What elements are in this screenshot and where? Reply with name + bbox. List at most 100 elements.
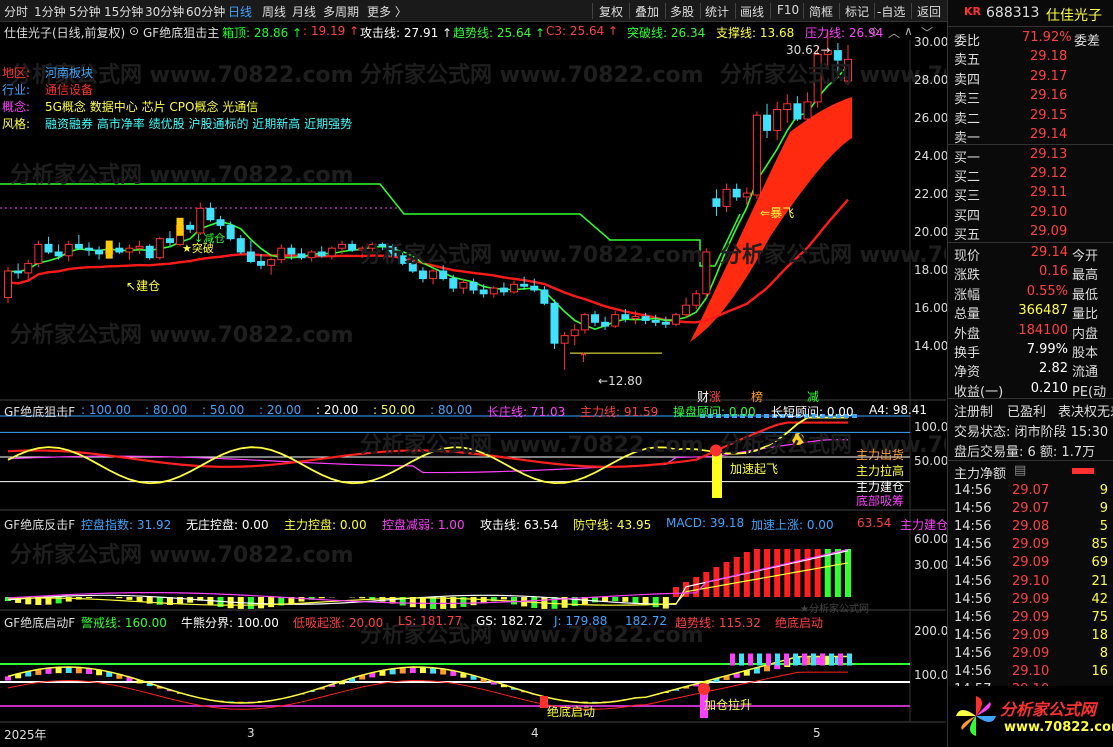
sub2-bar (622, 597, 629, 602)
candle-body (682, 304, 691, 316)
candle-body (651, 319, 660, 323)
tick-price: 29.09 (1012, 609, 1050, 625)
tab-15min[interactable]: 15分钟 (104, 3, 143, 20)
tab-weekly[interactable]: 周线 (262, 3, 286, 20)
diamond-icon[interactable]: ◇ (870, 24, 879, 38)
sub2-bar (602, 597, 609, 602)
net-flow-bar (1072, 468, 1094, 474)
net-flow-icon[interactable]: ▤ (1014, 463, 1026, 478)
candle-body (601, 321, 610, 327)
simple-frame-button[interactable]: 简框 (809, 3, 833, 20)
draw-line-button[interactable]: 画线 (740, 3, 764, 20)
ask-row[interactable]: 卖五 29.18 (950, 48, 1112, 68)
tab-30min[interactable]: 30分钟 (145, 3, 184, 20)
overlay-button[interactable]: 叠加 (635, 3, 659, 20)
tick-row[interactable]: 14:56 29.07 9 (950, 482, 1112, 501)
stat-right-label: 股本 (1072, 346, 1099, 361)
candle-body (631, 316, 640, 320)
net-flow-label[interactable]: 主力净额 (954, 463, 1006, 482)
sub3-addpos-icon (698, 683, 710, 695)
multi-stock-button[interactable]: 多股 (670, 3, 694, 20)
tab-daily[interactable]: 日线 (228, 3, 252, 20)
bid-row[interactable]: 买五 29.09 (950, 223, 1112, 243)
add-watchlist-button[interactable]: -自选 (877, 3, 905, 20)
tick-row[interactable]: 14:56 29.10 21 (950, 573, 1112, 592)
sub2-bar (116, 597, 123, 599)
tick-price: 29.08 (1012, 519, 1050, 535)
tick-row[interactable]: 14:56 29.07 9 (950, 500, 1112, 519)
bid-price: 29.09 (1030, 223, 1068, 239)
stat-value: 7.99% (1026, 342, 1068, 357)
stats-button[interactable]: 统计 (705, 3, 729, 20)
tab-profitable[interactable]: 已盈利 (1007, 401, 1046, 420)
style-value[interactable]: 融资融券 高市净率 绩优股 沪股通标的 近期新高 近期强势 (45, 115, 352, 132)
bid-row[interactable]: 买二 29.12 (950, 165, 1112, 185)
ask-row[interactable]: 卖二 29.15 (950, 107, 1112, 127)
tab-voting-rights[interactable]: 表决权无差 (1058, 401, 1113, 420)
sub2axis-tick: 30.00 (914, 558, 949, 572)
tick-row[interactable]: 14:56 29.09 42 (950, 591, 1112, 610)
candle-body (95, 249, 104, 255)
date-5: 5 (813, 726, 821, 740)
tick-row[interactable]: 14:56 29.10 16 (950, 663, 1112, 682)
tab-60min[interactable]: 60分钟 (186, 3, 225, 20)
tick-row[interactable]: 14:56 29.09 69 (950, 554, 1112, 573)
tab-fenshi[interactable]: 分时 (4, 3, 28, 20)
chart-title-icon[interactable]: ⊙ (129, 24, 139, 38)
bid-label: 买三 (954, 189, 981, 205)
tick-row[interactable]: 14:56 29.09 75 (950, 609, 1112, 628)
region-value[interactable]: 河南板块 (45, 64, 93, 81)
chart-area[interactable]: ↑ 分析家公式网 www.70822.com 分析家公式网 www.70822.co… (0, 22, 949, 747)
sub2hdr-item-1: 无庄控盘: 0.00 (186, 518, 269, 532)
main-indicator-name[interactable]: GF绝底狙击主 (143, 24, 219, 41)
stock-code[interactable]: 688313 (986, 5, 1039, 21)
tab-multi-period[interactable]: 多周期 (323, 3, 359, 20)
candle-body (287, 247, 296, 255)
tab-1min[interactable]: 1分钟 (34, 3, 66, 20)
bid-row[interactable]: 买四 29.10 (950, 204, 1112, 224)
tick-volume: 75 (1091, 609, 1108, 625)
sub2hdr-item-0: 控盘指数: 31.92 (81, 518, 172, 532)
bid-label: 买一 (954, 151, 981, 166)
tab-registration[interactable]: 注册制 (954, 401, 993, 420)
candle-body (570, 329, 579, 337)
ask-price: 29.16 (1030, 88, 1068, 103)
signal-candle (176, 217, 184, 236)
chart-expand-icon[interactable]: ∧ (904, 24, 913, 38)
sub2hdr-item-2: 主力控盘: 0.00 (284, 518, 367, 532)
candle-body (125, 247, 134, 253)
stat-label: 总量 (954, 307, 981, 323)
stock-name[interactable]: 仕佳光子 (1046, 5, 1102, 25)
tick-row[interactable]: 14:56 29.09 8 (950, 645, 1112, 664)
fuquan-button[interactable]: 复权 (599, 3, 623, 20)
candle-body (661, 321, 670, 325)
back-button[interactable]: 返回 (917, 3, 941, 20)
chart-up-icon[interactable]: ︿ (888, 24, 900, 41)
tick-row[interactable]: 14:56 29.08 5 (950, 518, 1112, 537)
sub2-bar (470, 597, 477, 606)
sub3-top-bar (748, 653, 753, 666)
kr-tag: KR (964, 5, 981, 18)
header-value-2: 攻击线: 27.91 ↑ (360, 26, 453, 40)
candle-body (54, 251, 63, 257)
tick-row[interactable]: 14:56 29.09 85 (950, 536, 1112, 555)
concept-value[interactable]: 5G概念 数据中心 芯片 CPO概念 光通信 (45, 98, 258, 115)
sub1hdr-item-7: 长庄线: 71.03 (487, 405, 566, 419)
candle-body (742, 192, 751, 198)
ask-row[interactable]: 卖一 29.14 (950, 126, 1112, 146)
sub2hdr-item-3: 控盘减弱: 1.00 (382, 518, 465, 532)
f10-button[interactable]: F10 (777, 3, 799, 17)
tick-time: 14:56 (954, 483, 992, 498)
ask-row[interactable]: 卖三 29.16 (950, 87, 1112, 107)
candle-body (267, 259, 276, 266)
bid-row[interactable]: 买三 29.11 (950, 184, 1112, 205)
more-menu[interactable]: 更多 〉 (367, 3, 407, 20)
ask-row[interactable]: 卖四 29.17 (950, 68, 1112, 88)
tab-monthly[interactable]: 月线 (292, 3, 316, 20)
tab-5min[interactable]: 5分钟 (69, 3, 101, 20)
industry-value[interactable]: 通信设备 (45, 81, 93, 98)
mark-button[interactable]: 标记 (845, 3, 869, 20)
stat-label: 外盘 (954, 326, 981, 342)
tick-row[interactable]: 14:56 29.09 18 (950, 627, 1112, 646)
bid-row[interactable]: 买一 29.13 (950, 146, 1112, 166)
